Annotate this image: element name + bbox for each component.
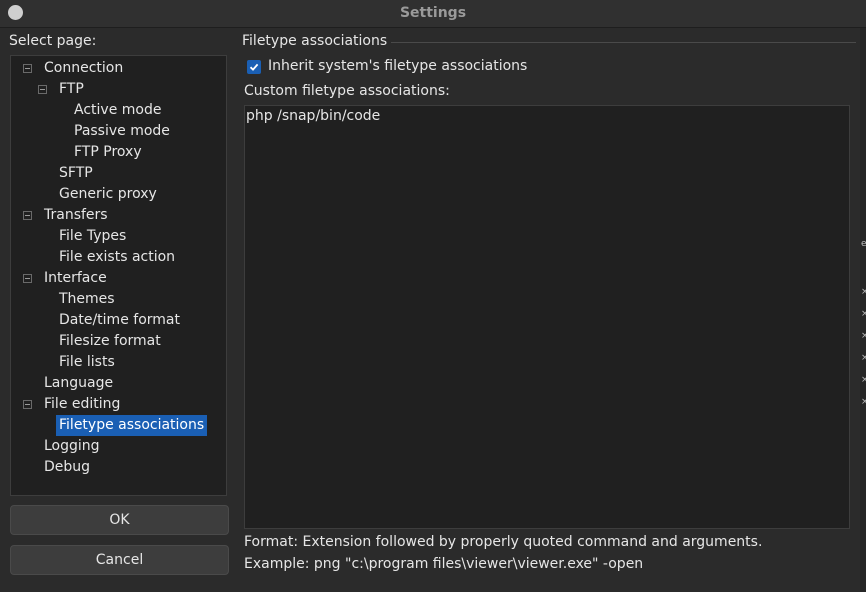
tree-item-file-lists[interactable]: File lists <box>56 352 118 373</box>
format-help-text: Format: Extension followed by properly q… <box>244 534 763 550</box>
inherit-associations-checkbox[interactable] <box>247 60 261 74</box>
collapse-ftp-icon[interactable] <box>38 85 47 94</box>
background-edge-glyph: × <box>861 331 866 341</box>
tree-item-sftp[interactable]: SFTP <box>56 163 96 184</box>
tree-item-transfers[interactable]: Transfers <box>41 205 111 226</box>
tree-item-logging[interactable]: Logging <box>41 436 103 457</box>
tree-item-themes[interactable]: Themes <box>56 289 118 310</box>
window-title: Settings <box>399 5 467 21</box>
tree-item-filesize-format[interactable]: Filesize format <box>56 331 164 352</box>
tree-item-generic-proxy[interactable]: Generic proxy <box>56 184 160 205</box>
tree-item-file-exists-action[interactable]: File exists action <box>56 247 178 268</box>
tree-item-ftp-proxy[interactable]: FTP Proxy <box>71 142 145 163</box>
collapse-interface-icon[interactable] <box>23 274 32 283</box>
collapse-transfers-icon[interactable] <box>23 211 32 220</box>
title-bar: Settings <box>0 0 866 28</box>
tree-item-ftp[interactable]: FTP <box>56 79 87 100</box>
background-edge-glyph: × <box>861 287 866 297</box>
group-title: Filetype associations <box>242 33 392 49</box>
background-edge-glyph: × <box>861 397 866 407</box>
tree-item-interface[interactable]: Interface <box>41 268 110 289</box>
tree-item-file-types[interactable]: File Types <box>56 226 129 247</box>
tree-item-connection[interactable]: Connection <box>41 58 126 79</box>
settings-page-tree[interactable]: Connection FTP Active mode Passive mode … <box>10 55 227 496</box>
tree-item-active-mode[interactable]: Active mode <box>71 100 164 121</box>
inherit-associations-label[interactable]: Inherit system's filetype associations <box>268 58 527 74</box>
select-page-label: Select page: <box>9 33 97 49</box>
background-edge-glyph: × <box>861 375 866 385</box>
cancel-button[interactable]: Cancel <box>10 545 229 575</box>
custom-associations-label: Custom filetype associations: <box>244 83 450 99</box>
custom-associations-textarea[interactable]: php /snap/bin/code <box>244 105 850 529</box>
background-edge-glyph: × <box>861 353 866 363</box>
tree-item-language[interactable]: Language <box>41 373 116 394</box>
collapse-connection-icon[interactable] <box>23 64 32 73</box>
background-edge-glyph: e <box>861 239 866 249</box>
checkmark-icon <box>249 63 259 71</box>
tree-item-passive-mode[interactable]: Passive mode <box>71 121 173 142</box>
tree-item-filetype-associations[interactable]: Filetype associations <box>56 415 208 436</box>
tree-item-date-time-format[interactable]: Date/time format <box>56 310 183 331</box>
group-divider <box>386 42 856 43</box>
background-edge-glyph: × <box>861 309 866 319</box>
tree-item-debug[interactable]: Debug <box>41 457 93 478</box>
collapse-file-editing-icon[interactable] <box>23 400 32 409</box>
example-help-text: Example: png "c:\program files\viewer\vi… <box>244 556 644 572</box>
tree-item-file-editing[interactable]: File editing <box>41 394 123 415</box>
ok-button[interactable]: OK <box>10 505 229 535</box>
